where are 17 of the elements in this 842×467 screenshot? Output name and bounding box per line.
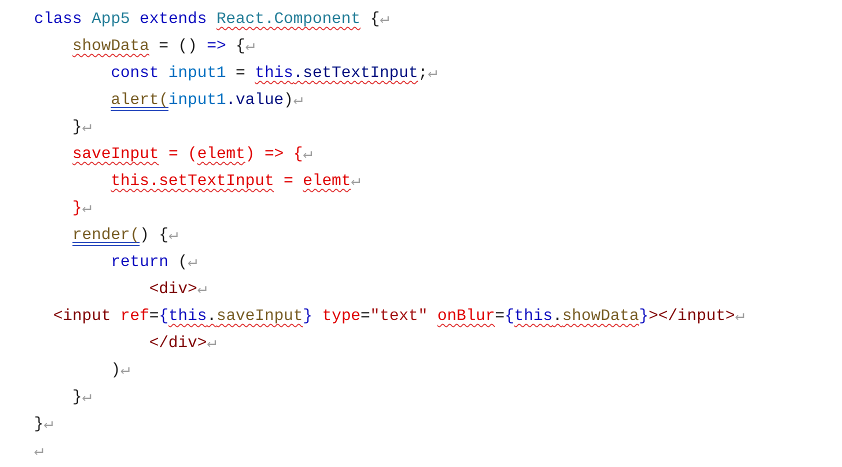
code-line: <input ref={this.saveInput} type="text" onBlur={this.showData}></input>↵ (52, 306, 745, 327)
code-line: }↵ (34, 414, 54, 435)
code-line: class App5 extends React.Component {↵ (34, 9, 390, 30)
code-line: }↵ (71, 198, 92, 219)
code-line: <div>↵ (148, 279, 207, 300)
code-line: saveInput = (elemt) => {↵ (71, 144, 313, 165)
code-line: ↵ (34, 441, 44, 462)
code-line: const input1 = this.setTextInput;↵ (110, 63, 438, 84)
code-line: showData = () => {↵ (71, 36, 255, 57)
code-line: return (↵ (110, 252, 198, 273)
code-line: render() {↵ (71, 225, 178, 246)
code-line: }↵ (71, 117, 92, 138)
code-line: this.setTextInput = elemt↵ (110, 171, 361, 192)
code-line: alert(input1.value)↵ (110, 90, 303, 111)
code-line: </div>↵ (148, 333, 216, 354)
code-line: }↵ (71, 387, 92, 408)
code-line: )↵ (110, 360, 130, 381)
